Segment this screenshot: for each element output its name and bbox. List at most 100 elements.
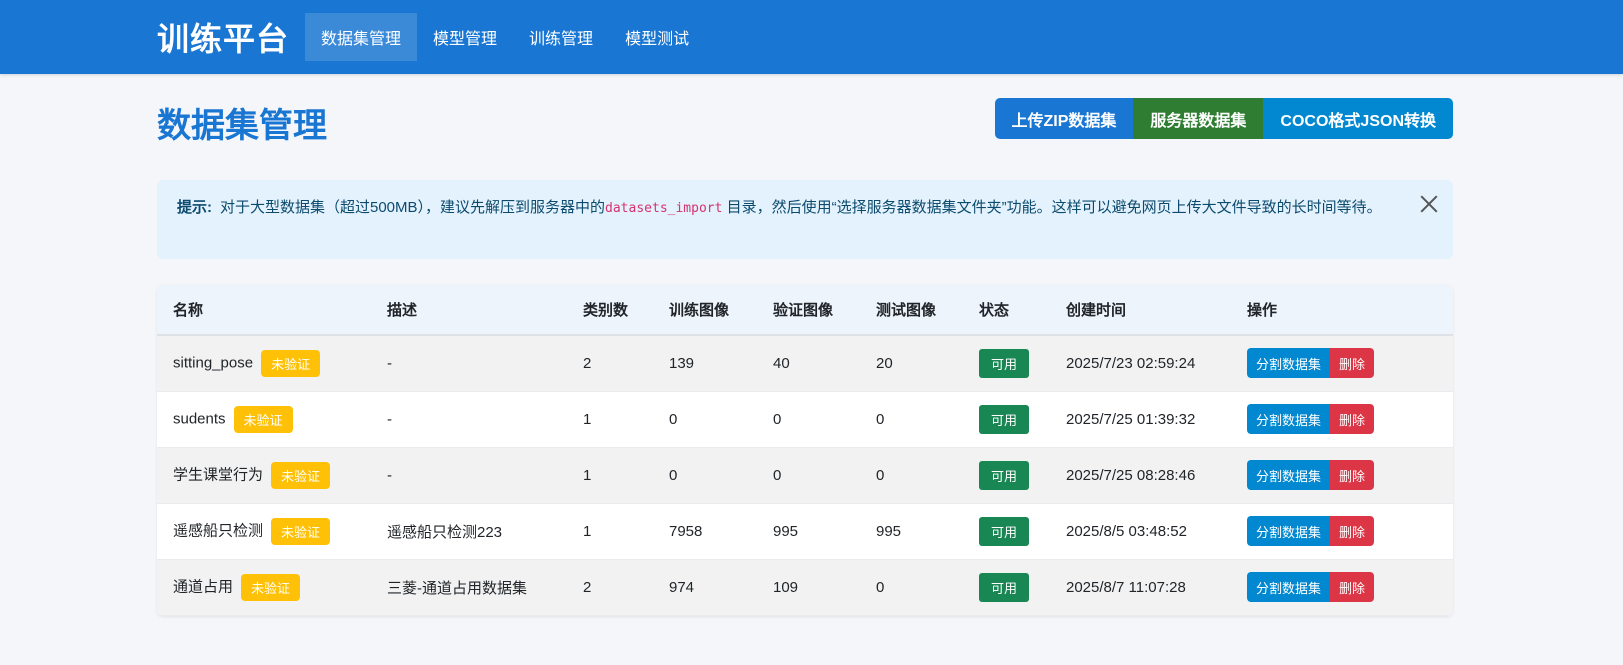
status-badge: 可用 (979, 572, 1030, 602)
table-header-row: 名称 描述 类别数 训练图像 验证图像 测试图像 状态 创建时间 操作 (157, 285, 1453, 335)
cell-val: 0 (773, 466, 782, 484)
cell-classes: 1 (583, 522, 592, 540)
cell-status: 可用 (963, 335, 1050, 391)
cell-created: 2025/7/23 02:59:24 (1066, 354, 1196, 372)
status-badge: 可用 (979, 348, 1030, 378)
cell-name: 通道占用 未验证 (157, 559, 371, 615)
cell-classes: 1 (583, 466, 592, 484)
delete-button[interactable]: 删除 (1330, 460, 1375, 490)
cell-val: 109 (773, 578, 799, 596)
row-actions: 分割数据集 删除 (1247, 572, 1375, 602)
top-navbar: 训练平台 数据集管理 模型管理 训练管理 模型测试 (0, 0, 1623, 74)
cell-status: 可用 (963, 391, 1050, 447)
column-header: 训练图像 (669, 302, 730, 319)
cell-classes: 2 (583, 578, 592, 596)
cell-classes: 1 (583, 410, 592, 428)
action-button-group: 上传ZIP数据集 服务器数据集 COCO格式JSON转换 (994, 98, 1453, 139)
cell-test: 0 (876, 466, 885, 484)
row-actions: 分割数据集 删除 (1247, 404, 1375, 434)
cell-actions: 分割数据集 删除 (1231, 391, 1453, 447)
nav-item-model-test[interactable]: 模型测试 (609, 13, 705, 61)
cell-test: 20 (876, 354, 893, 372)
status-badge: 可用 (979, 404, 1030, 434)
alert-text-before: 对于大型数据集（超过500MB），建议先解压到服务器中的 (220, 199, 606, 216)
delete-button[interactable]: 删除 (1330, 348, 1375, 379)
cell-name: 遥感船只检测 未验证 (157, 503, 371, 559)
dataset-name: 学生课堂行为 (173, 465, 264, 483)
row-actions: 分割数据集 删除 (1247, 460, 1375, 490)
cell-actions: 分割数据集 删除 (1231, 559, 1453, 615)
dataset-name: 通道占用 (173, 577, 234, 595)
cell-created: 2025/8/5 03:48:52 (1066, 522, 1187, 540)
delete-button[interactable]: 删除 (1330, 404, 1375, 434)
table-row: 通道占用 未验证 三菱-通道占用数据集 2 974 109 0 可用 2025/8/7 11:0… (157, 559, 1453, 615)
cell-train: 139 (669, 354, 695, 372)
unverified-badge: 未验证 (233, 405, 293, 433)
page-header: 数据集管理 上传ZIP数据集 服务器数据集 COCO格式JSON转换 (157, 74, 1453, 180)
cell-test: 0 (876, 578, 885, 596)
split-dataset-button[interactable]: 分割数据集 (1247, 404, 1331, 434)
nav-item-training[interactable]: 训练管理 (513, 13, 609, 61)
table-row: 学生课堂行为 未验证 -1 0 0 0 可用 2025/7/25 08:28:46 分割数据集删… (157, 447, 1453, 503)
datasets-table-container: 名称 描述 类别数 训练图像 验证图像 测试图像 状态 创建时间 操作 sitting_pose… (157, 285, 1453, 616)
table-row: sudents 未验证 - 1 0 0 0 可用 2025/7/25 01:39:32 分割数据集… (157, 391, 1453, 447)
table-row: sitting_pose 未验证 - 2 139 40 20 可用 2025/7/23 02:5… (157, 335, 1453, 391)
unverified-badge: 未验证 (261, 349, 321, 377)
cell-classes: 2 (583, 354, 592, 372)
cell-test: 995 (876, 522, 902, 540)
cell-train: 974 (669, 578, 695, 596)
column-header: 测试图像 (876, 302, 937, 319)
cell-status: 可用 (963, 503, 1050, 559)
info-alert: 提示: 对于大型数据集（超过500MB），建议先解压到服务器中的datasets_… (157, 180, 1453, 259)
status-badge: 可用 (979, 460, 1030, 490)
alert-text-after: 目录，然后使用“选择服务器数据集文件夹”功能。这样可以避免网页上传大文件导致的长… (726, 199, 1382, 216)
cell-test: 0 (876, 410, 885, 428)
upload-zip-button[interactable]: 上传ZIP数据集 (994, 98, 1134, 139)
nav-item-datasets[interactable]: 数据集管理 (305, 13, 418, 61)
cell-desc: - (387, 410, 392, 428)
cell-desc: - (387, 354, 392, 372)
delete-button[interactable]: 删除 (1330, 516, 1375, 546)
split-dataset-button[interactable]: 分割数据集 (1247, 460, 1331, 490)
cell-desc: 遥感船只检测223 (387, 523, 503, 541)
column-header: 操作 (1247, 302, 1278, 319)
alert-prefix: 提示: (177, 199, 212, 216)
cell-created: 2025/7/25 08:28:46 (1066, 466, 1196, 484)
column-header: 状态 (979, 302, 1010, 319)
cell-name: sudents 未验证 (157, 391, 371, 447)
cell-actions: 分割数据集 删除 (1231, 447, 1453, 503)
dataset-name: 遥感船只检测 (173, 521, 264, 539)
split-dataset-button[interactable]: 分割数据集 (1247, 572, 1331, 602)
cell-val: 0 (773, 410, 782, 428)
cell-actions: 分割数据集 删除 (1231, 335, 1453, 391)
column-header: 验证图像 (773, 302, 834, 319)
main-container: 数据集管理 上传ZIP数据集 服务器数据集 COCO格式JSON转换 提示: 对于… (157, 74, 1453, 616)
status-badge: 可用 (979, 516, 1030, 546)
column-header: 创建时间 (1066, 302, 1127, 319)
cell-desc: - (387, 466, 392, 484)
coco-convert-button[interactable]: COCO格式JSON转换 (1263, 98, 1453, 139)
table-row: 遥感船只检测 未验证 遥感船只检测223 1 7958 995 995 可用 2025/8/5 … (157, 503, 1453, 559)
cell-status: 可用 (963, 559, 1050, 615)
delete-button[interactable]: 删除 (1330, 572, 1375, 602)
split-dataset-button[interactable]: 分割数据集 (1247, 516, 1331, 546)
cell-created: 2025/7/25 01:39:32 (1066, 410, 1196, 428)
split-dataset-button[interactable]: 分割数据集 (1247, 348, 1331, 379)
cell-desc: 三菱-通道占用数据集 (387, 579, 527, 597)
column-header: 描述 (387, 302, 418, 319)
cell-train: 7958 (669, 522, 703, 540)
row-actions: 分割数据集 删除 (1247, 348, 1375, 379)
dataset-name: sudents (173, 409, 226, 427)
unverified-badge: 未验证 (241, 573, 301, 601)
server-dataset-button[interactable]: 服务器数据集 (1133, 98, 1264, 139)
cell-train: 0 (669, 410, 678, 428)
close-icon[interactable] (1419, 194, 1439, 214)
nav-item-models[interactable]: 模型管理 (417, 13, 513, 61)
dataset-name: sitting_pose (173, 354, 254, 372)
column-header: 类别数 (583, 302, 629, 319)
column-header: 名称 (173, 302, 204, 319)
datasets-table: 名称 描述 类别数 训练图像 验证图像 测试图像 状态 创建时间 操作 sitting_pose… (157, 285, 1453, 616)
page-title: 数据集管理 (157, 107, 327, 145)
brand-logo[interactable]: 训练平台 (157, 14, 289, 60)
cell-name: sitting_pose 未验证 (157, 335, 371, 391)
